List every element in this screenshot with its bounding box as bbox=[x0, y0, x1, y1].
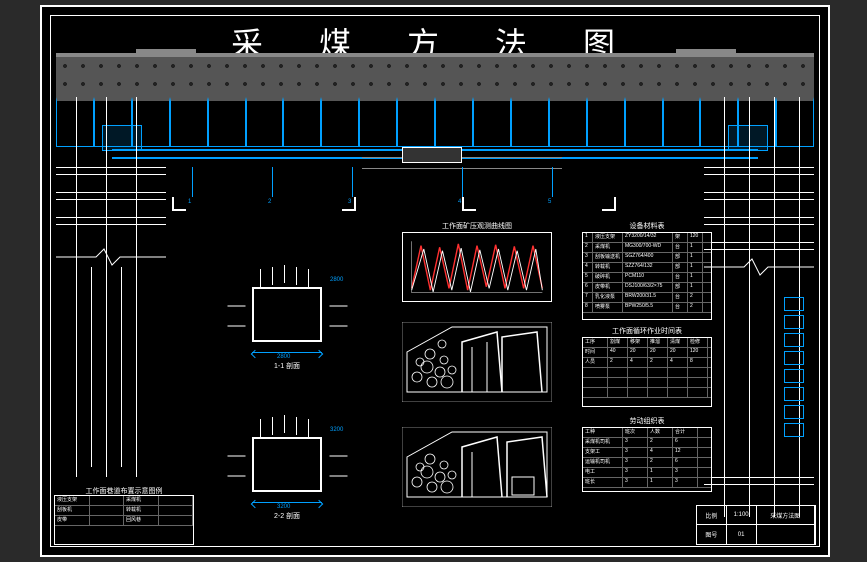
callout-leader bbox=[552, 167, 553, 197]
callout-leader bbox=[462, 167, 463, 197]
caving-section-2: 1-1 断面 端头推移图 bbox=[402, 427, 552, 507]
coal-seam-longwall bbox=[56, 97, 814, 147]
table2-title: 工作面循环作业时间表 bbox=[583, 326, 711, 336]
legend-title: 工作面巷道布置示意图例 bbox=[55, 486, 193, 496]
tb-blank bbox=[757, 525, 816, 544]
callout-leader bbox=[272, 167, 273, 197]
cross-section-2: 3200 3200 2-2 剖面 bbox=[212, 387, 362, 507]
section-mark bbox=[462, 197, 476, 211]
left-gateroad bbox=[56, 97, 166, 477]
drawing-frame: 采 煤 方 法 图 1 2 3 4 5 bbox=[40, 5, 830, 557]
section-2-label: 2-2 剖面 bbox=[212, 511, 362, 521]
tb-scale-label: 比例 bbox=[697, 506, 727, 524]
tb-sheet-no: 01 bbox=[727, 525, 757, 544]
cross-section-1: 2800 2800 1-1 剖面 bbox=[212, 237, 362, 357]
callout-leader bbox=[352, 167, 353, 197]
tb-scale: 1:100 bbox=[727, 506, 757, 524]
callout-5: 5 bbox=[548, 199, 551, 205]
title-block: 比例 1:100 采煤方法图 图号 01 bbox=[696, 505, 816, 545]
callout-1: 1 bbox=[188, 199, 191, 205]
table3-title: 劳动组织表 bbox=[583, 416, 711, 426]
crib-stack bbox=[784, 297, 804, 457]
tb-project: 采煤方法图 bbox=[757, 506, 816, 524]
labor-table: 劳动组织表 工种班次人数合计采煤机司机326支架工3412运输机司机326电工3… bbox=[582, 427, 712, 492]
section-1-label: 1-1 剖面 bbox=[212, 361, 362, 371]
cycle-table: 工作面循环作业时间表 工序割煤移架推溜清煤检修时间40202020120人员24… bbox=[582, 337, 712, 407]
pressure-curve-graph: 工作面矿压观测曲线图 bbox=[402, 232, 552, 302]
table1-title: 设备材料表 bbox=[583, 221, 711, 231]
section-mark bbox=[342, 197, 356, 211]
callout-leader bbox=[192, 167, 193, 197]
tb-sheet-label: 图号 bbox=[697, 525, 727, 544]
shearer-machine bbox=[402, 147, 462, 163]
callout-4: 4 bbox=[458, 199, 461, 205]
legend-table: 工作面巷道布置示意图例 液压支架采煤机刮板机转载机皮带回风巷 bbox=[54, 495, 194, 545]
callout-2: 2 bbox=[268, 199, 271, 205]
graph-title: 工作面矿压观测曲线图 bbox=[403, 221, 551, 231]
caving-section-1: 1-1 断面 端头推移图 bbox=[402, 322, 552, 402]
section-mark bbox=[172, 197, 186, 211]
section-mark bbox=[602, 197, 616, 211]
overburden-layer bbox=[56, 57, 814, 97]
equipment-table: 设备材料表 1液压支架ZY3200/14/32架1202采煤机MG300/700… bbox=[582, 232, 712, 320]
right-gateroad bbox=[704, 97, 814, 517]
